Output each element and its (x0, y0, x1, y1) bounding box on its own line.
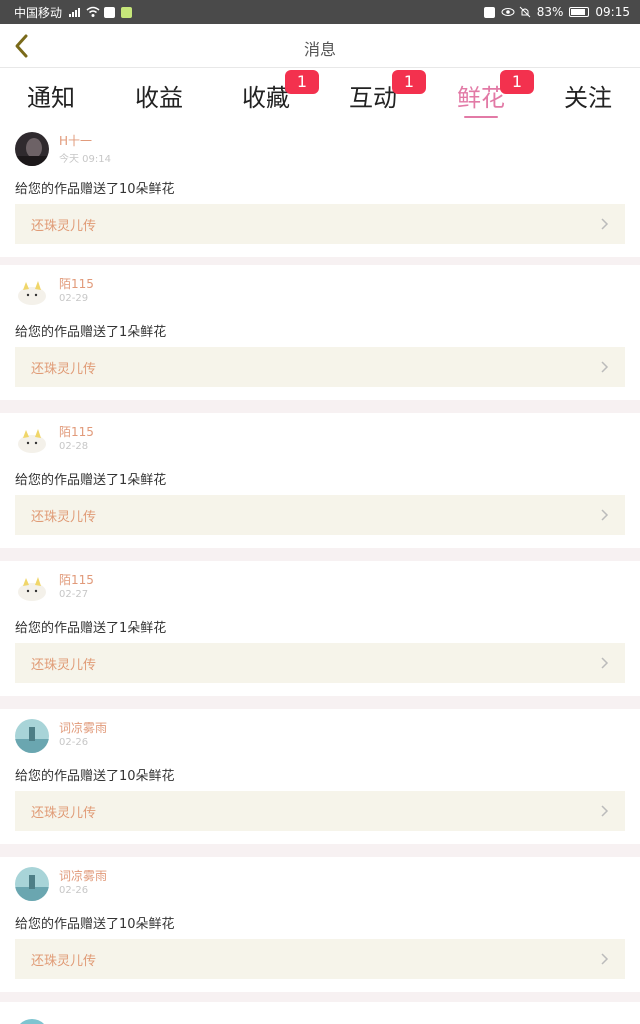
avatar[interactable] (15, 275, 49, 309)
tab-flowers[interactable]: 鲜花 1 (431, 70, 534, 113)
message-date: 02-28 (59, 441, 89, 452)
message-date: 02-27 (59, 589, 89, 600)
message-text: 给您的作品赠送了10朵鲜花 (15, 182, 175, 197)
sender-name[interactable]: H十一 (59, 132, 92, 149)
sender-name[interactable]: 陌115 (59, 571, 94, 588)
work-link[interactable]: 还珠灵儿传 (15, 495, 625, 535)
tab-following[interactable]: 关注 (538, 78, 638, 113)
work-title: 还珠灵儿传 (31, 362, 97, 377)
tab-label: 收益 (135, 84, 183, 112)
message-date: 今天 09:14 (59, 154, 111, 165)
work-title: 还珠灵儿传 (31, 658, 97, 673)
tab-label: 通知 (27, 84, 75, 112)
work-title: 还珠灵儿传 (31, 806, 97, 821)
message-item-partial (0, 1002, 640, 1024)
battery-icon (569, 7, 590, 17)
tab-label: 鲜花 (457, 84, 505, 112)
sender-name[interactable]: 陌115 (59, 275, 94, 292)
tab-interactions[interactable]: 互动 1 (323, 70, 426, 113)
tab-label: 收藏 (242, 84, 290, 112)
sender-name[interactable]: 词凉雾雨 (59, 719, 107, 736)
app-notification-icon (104, 6, 116, 18)
page-title: 消息 (303, 40, 336, 59)
avatar[interactable] (15, 1019, 49, 1024)
chevron-right-icon (601, 361, 609, 373)
app-notification-icon-2 (121, 6, 133, 18)
tab-bar: 通知 收益 收藏 1 互动 1 鲜花 1 关注 (0, 68, 640, 122)
chevron-right-icon (601, 509, 609, 521)
sender-name[interactable]: 词凉雾雨 (59, 867, 107, 884)
battery-percent: 83% (536, 5, 564, 19)
tab-earnings[interactable]: 收益 (109, 78, 209, 113)
unread-badge: 1 (392, 70, 426, 94)
avatar[interactable] (15, 132, 49, 166)
tab-favorites[interactable]: 收藏 1 (216, 70, 319, 113)
message-item: 词凉雾雨 02-26 给您的作品赠送了10朵鲜花 还珠灵儿传 (0, 857, 640, 992)
work-title: 还珠灵儿传 (31, 510, 97, 525)
wifi-icon (86, 6, 100, 18)
message-text: 给您的作品赠送了1朵鲜花 (15, 473, 167, 488)
status-right: 83% 09:15 (483, 5, 630, 19)
message-text: 给您的作品赠送了1朵鲜花 (15, 621, 167, 636)
unread-badge: 1 (285, 70, 319, 94)
message-list[interactable]: H十一 今天 09:14 给您的作品赠送了10朵鲜花 还珠灵儿传 陌115 02… (0, 122, 640, 1024)
mute-icon (519, 6, 531, 18)
avatar[interactable] (15, 571, 49, 605)
sender-name[interactable]: 陌115 (59, 423, 94, 440)
tab-notifications[interactable]: 通知 (1, 78, 101, 113)
chevron-right-icon (601, 953, 609, 965)
tab-label: 互动 (349, 84, 397, 112)
avatar[interactable] (15, 423, 49, 457)
hd-icon (483, 6, 495, 18)
work-link[interactable]: 还珠灵儿传 (15, 347, 625, 387)
chevron-right-icon (601, 657, 609, 669)
status-bar: 中国移动 83% 09:15 (0, 0, 640, 24)
work-link[interactable]: 还珠灵儿传 (15, 939, 625, 979)
active-tab-indicator (464, 116, 498, 118)
message-item: 陌115 02-27 给您的作品赠送了1朵鲜花 还珠灵儿传 (0, 561, 640, 696)
tab-label: 关注 (564, 84, 612, 112)
signal-icon (68, 6, 81, 18)
message-date: 02-29 (59, 293, 89, 304)
chevron-right-icon (601, 805, 609, 817)
work-title: 还珠灵儿传 (31, 954, 97, 969)
avatar[interactable] (15, 719, 49, 753)
eye-icon (501, 6, 515, 18)
status-left: 中国移动 (14, 4, 133, 21)
message-item: 陌115 02-28 给您的作品赠送了1朵鲜花 还珠灵儿传 (0, 413, 640, 548)
message-date: 02-26 (59, 885, 89, 896)
message-item: 陌115 02-29 给您的作品赠送了1朵鲜花 还珠灵儿传 (0, 265, 640, 400)
avatar[interactable] (15, 867, 49, 901)
navigation-bar: 消息 (0, 24, 640, 68)
unread-badge: 1 (500, 70, 534, 94)
message-text: 给您的作品赠送了10朵鲜花 (15, 917, 175, 932)
message-item: H十一 今天 09:14 给您的作品赠送了10朵鲜花 还珠灵儿传 (0, 122, 640, 257)
carrier-label: 中国移动 (14, 5, 63, 20)
chevron-right-icon (601, 218, 609, 230)
work-title: 还珠灵儿传 (31, 219, 97, 234)
work-link[interactable]: 还珠灵儿传 (15, 204, 625, 244)
message-text: 给您的作品赠送了1朵鲜花 (15, 325, 167, 340)
clock: 09:15 (595, 5, 630, 19)
work-link[interactable]: 还珠灵儿传 (15, 643, 625, 683)
message-text: 给您的作品赠送了10朵鲜花 (15, 769, 175, 784)
message-item: 词凉雾雨 02-26 给您的作品赠送了10朵鲜花 还珠灵儿传 (0, 709, 640, 844)
work-link[interactable]: 还珠灵儿传 (15, 791, 625, 831)
message-date: 02-26 (59, 737, 89, 748)
